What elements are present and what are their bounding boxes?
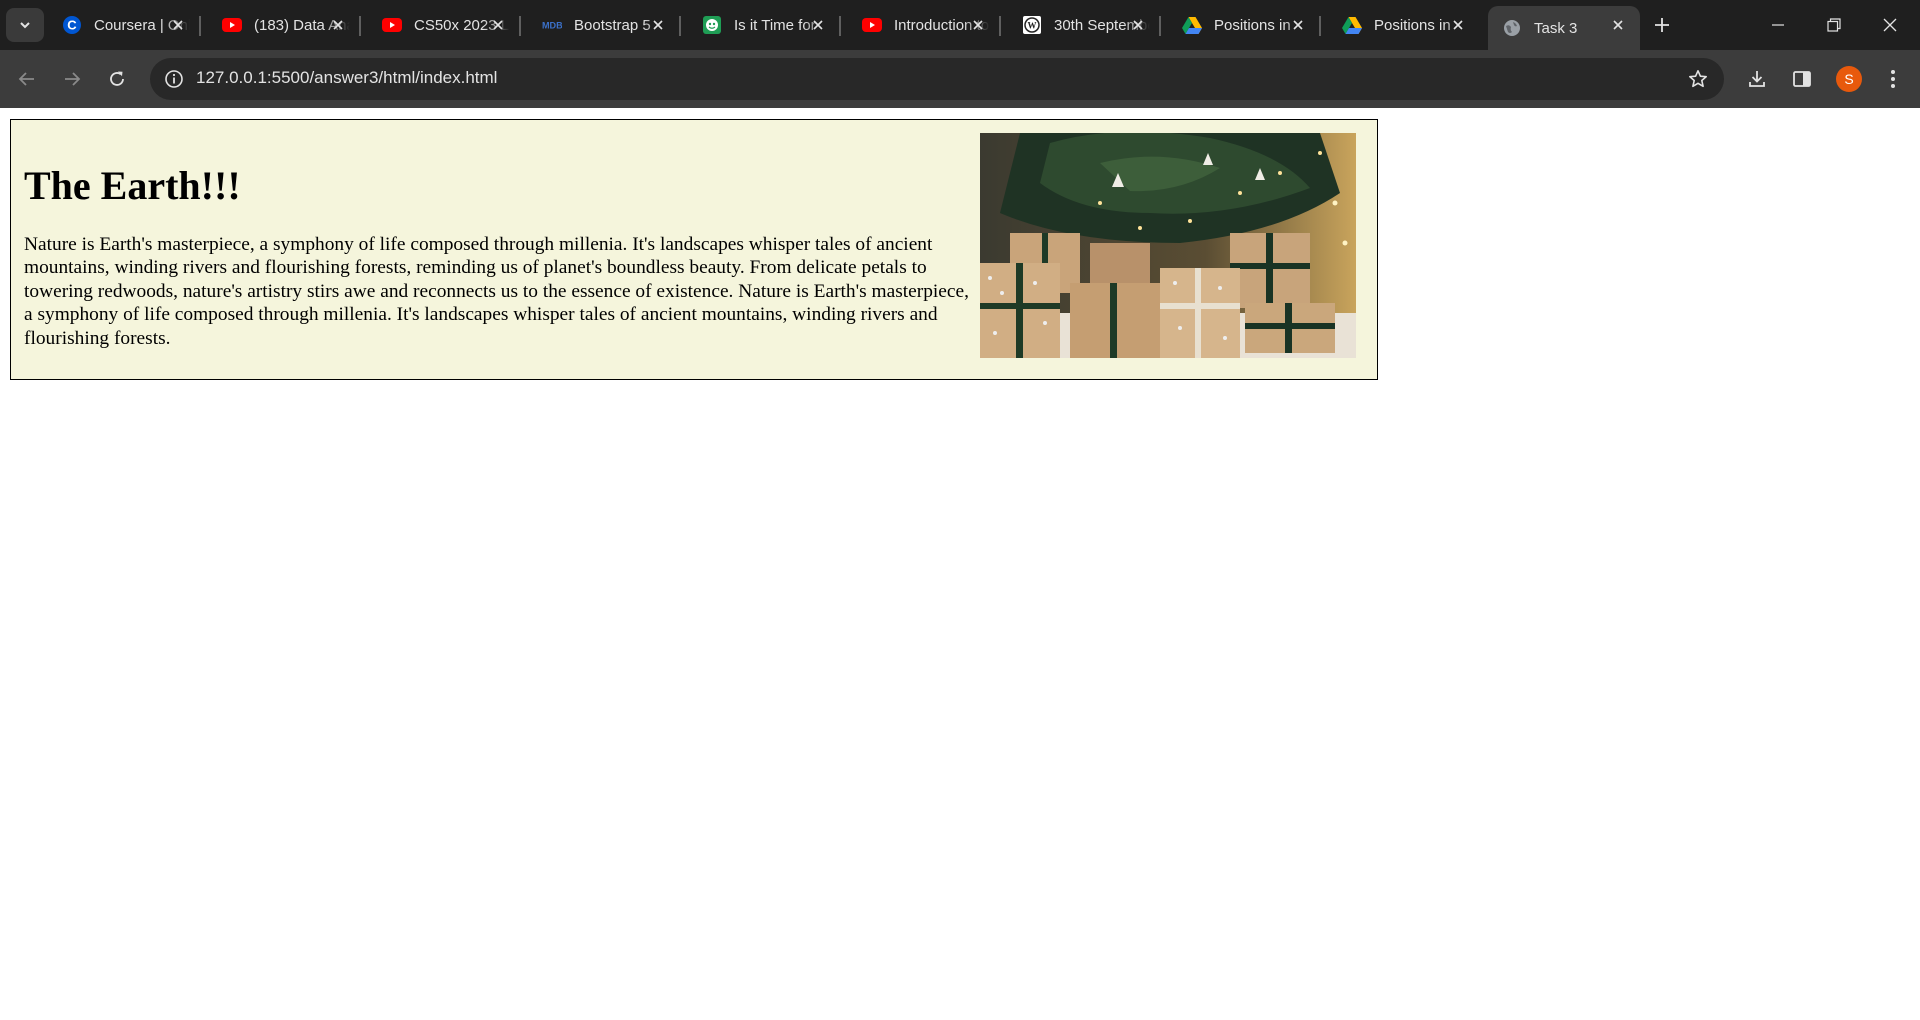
google-drive-icon [1182,15,1202,35]
svg-text:MDB: MDB [542,21,562,31]
side-panel-icon [1793,71,1811,87]
close-icon[interactable] [808,15,828,35]
tab-separator [839,16,841,36]
page-viewport: The Earth!!! Nature is Earth's masterpie… [0,108,1920,1020]
new-tab-button[interactable] [1648,11,1676,39]
close-icon[interactable] [968,15,988,35]
tab-separator [679,16,681,36]
close-icon[interactable] [488,15,508,35]
minimize-button[interactable] [1750,0,1806,50]
close-icon[interactable] [1288,15,1308,35]
tab-wordpress[interactable]: W 30th September [1008,6,1161,44]
reload-icon [110,71,124,86]
tab-youtube-intro[interactable]: Introduction to [848,6,1001,44]
christmas-gifts-image [980,133,1356,358]
tab-youtube-cs50[interactable]: CS50x 2023 Lecture [368,6,521,44]
page-heading: The Earth!!! [24,163,241,208]
tab-separator [199,16,201,36]
reload-button[interactable] [100,62,134,96]
svg-text:W: W [1028,21,1037,31]
youtube-icon [382,15,402,35]
youtube-icon [222,15,242,35]
close-icon [1883,18,1897,32]
globe-icon [1502,18,1522,38]
more-vertical-icon [1891,70,1895,88]
browser-toolbar: 127.0.0.1:5500/answer3/html/index.html [0,50,1920,108]
back-button[interactable] [10,62,44,96]
download-icon [1749,71,1765,87]
bookmark-star-icon[interactable] [1686,67,1710,91]
close-icon[interactable] [1128,15,1148,35]
green-face-icon [702,15,722,35]
url-text[interactable]: 127.0.0.1:5500/answer3/html/index.html [196,68,497,88]
google-drive-icon [1342,15,1362,35]
tab-separator [359,16,361,36]
site-info-icon[interactable] [162,67,186,91]
restore-icon [1827,18,1841,32]
tab-task-3[interactable]: Task 3 [1488,6,1640,50]
tab-separator [519,16,521,36]
arrow-left-icon [18,72,34,86]
tab-search-button[interactable] [6,8,44,42]
plus-icon [1655,18,1669,32]
tab-separator [1159,16,1161,36]
tab-drive-positions-1[interactable]: Positions in [1168,6,1321,44]
address-bar[interactable]: 127.0.0.1:5500/answer3/html/index.html [150,58,1724,100]
profile-avatar[interactable]: S [1836,66,1862,92]
close-window-button[interactable] [1862,0,1918,50]
page-paragraph: Nature is Earth's masterpiece, a symphon… [24,234,969,349]
side-panel-button[interactable] [1785,62,1819,96]
close-icon[interactable] [1448,15,1468,35]
coursera-icon: C [62,15,82,35]
close-icon[interactable] [648,15,668,35]
tab-bootstrap[interactable]: MDB Bootstrap 5 [528,6,681,44]
tab-strip: C Coursera | Online Courses (183) Data A… [0,0,1920,50]
mdb-icon: MDB [542,15,562,35]
close-icon[interactable] [1608,15,1628,35]
forward-button[interactable] [55,62,89,96]
tab-youtube-data[interactable]: (183) Data Analytics [208,6,361,44]
tab-coursera[interactable]: C Coursera | Online Courses [48,6,201,44]
close-icon[interactable] [328,15,348,35]
wordpress-icon: W [1022,15,1042,35]
menu-button[interactable] [1876,62,1910,96]
content-card: The Earth!!! Nature is Earth's masterpie… [10,119,1378,380]
restore-button[interactable] [1806,0,1862,50]
tab-separator [999,16,1001,36]
chevron-down-icon [20,22,30,29]
tab-is-it-time[interactable]: Is it Time for [688,6,841,44]
svg-text:C: C [67,18,77,33]
tab-separator [1319,16,1321,36]
downloads-button[interactable] [1740,62,1774,96]
tab-drive-positions-2[interactable]: Positions in [1328,6,1480,44]
arrow-right-icon [65,72,81,86]
minimize-icon [1772,24,1784,26]
close-icon[interactable] [168,15,188,35]
youtube-icon [862,15,882,35]
